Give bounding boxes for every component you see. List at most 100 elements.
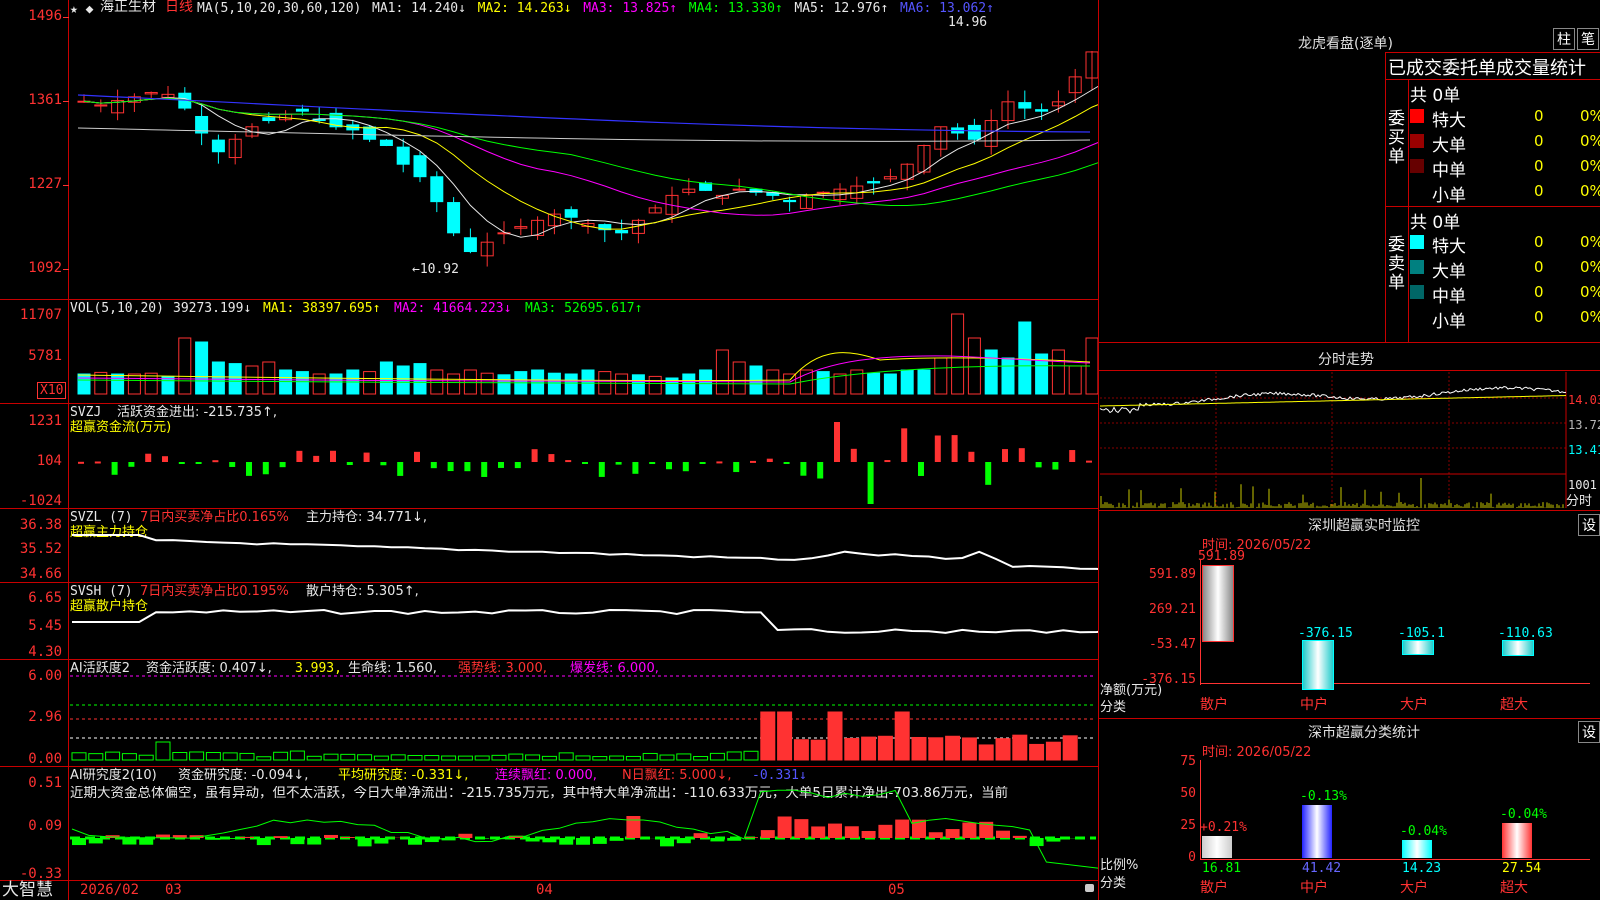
volume-bar xyxy=(463,369,477,395)
capital-flow-bar xyxy=(397,462,404,476)
candle-body xyxy=(615,230,629,234)
activity-bar xyxy=(911,736,927,761)
research-bar xyxy=(1046,838,1061,842)
research-bar xyxy=(441,838,456,841)
activity-bar xyxy=(1029,743,1045,761)
capital-flow-bar xyxy=(649,462,656,465)
longhu-tabs[interactable]: 已成交委托单成交量统计 xyxy=(1388,54,1586,80)
sh-bar[interactable] xyxy=(1202,836,1232,858)
volume-bar xyxy=(312,373,326,395)
color-swatch xyxy=(1410,159,1424,173)
volume-bar xyxy=(967,337,981,395)
volume-bar xyxy=(228,363,242,395)
activity-bar xyxy=(592,756,608,761)
research-bar xyxy=(576,838,590,845)
sz-bar[interactable] xyxy=(1202,565,1234,642)
capital-flow-bar xyxy=(582,462,588,464)
tick-mode-button[interactable]: 笔 xyxy=(1577,28,1599,50)
sz-bar[interactable] xyxy=(1402,640,1434,656)
sh-bar[interactable] xyxy=(1302,804,1332,858)
sh-bar[interactable] xyxy=(1402,839,1432,858)
sz-settings-button[interactable]: 设 xyxy=(1578,514,1600,536)
sh-bar-delta: +0.21% xyxy=(1200,820,1247,836)
intraday-title: 分时走势 xyxy=(1318,352,1374,368)
vol-ma1: MA1: 38397.695↑ xyxy=(263,301,381,316)
capital-flow-bar xyxy=(430,462,437,469)
activity-bar xyxy=(105,751,121,761)
research-bar xyxy=(962,822,977,838)
research-bar xyxy=(861,830,876,838)
svzj-y-tick: 1231 xyxy=(28,413,62,429)
svsh-y-tick: 5.45 xyxy=(28,618,62,634)
order-row: 小单 0 0% xyxy=(1408,180,1600,206)
panel-separator xyxy=(0,508,1098,509)
vol-ma3-line xyxy=(77,365,1091,385)
candlestick-chart[interactable] xyxy=(0,0,1098,300)
research-bar xyxy=(206,838,221,840)
high-label: 14.96 xyxy=(948,15,988,30)
ai-active-line3: 生命线: 1.560, xyxy=(348,661,437,676)
sh-y-axis xyxy=(1200,760,1201,860)
activity-bar xyxy=(1045,741,1061,761)
panel-separator xyxy=(0,299,1098,300)
candle-body xyxy=(732,188,746,191)
research-bar xyxy=(1029,838,1044,847)
svzj-sub: 超赢资金流(万元) xyxy=(70,420,172,435)
candle-body xyxy=(1018,102,1032,109)
sh-y-tick: 75 xyxy=(1180,754,1196,769)
volume-bar xyxy=(1018,321,1032,395)
sz-bar[interactable] xyxy=(1502,640,1534,657)
capital-flow-bar xyxy=(262,462,269,475)
research-bar xyxy=(760,830,775,838)
research-bar xyxy=(105,835,120,838)
research-bar xyxy=(945,829,960,838)
svsh-hold: 散户持仓: 5.305↑, xyxy=(306,584,419,599)
sz-bar[interactable] xyxy=(1302,640,1334,690)
activity-bar xyxy=(457,755,473,761)
capital-flow-bar xyxy=(514,462,521,469)
volume-bar xyxy=(295,371,309,395)
color-swatch xyxy=(1410,109,1424,123)
candle-body xyxy=(1035,109,1049,112)
capital-flow-bar xyxy=(363,452,370,462)
candle-body xyxy=(211,139,225,153)
bar-mode-button[interactable]: 柱 xyxy=(1553,28,1575,50)
ai-research-header: AI研究度2(10) xyxy=(70,768,157,783)
volume-bar xyxy=(581,369,595,395)
intraday-y-tick: 14.03 xyxy=(1568,393,1600,407)
volume-bar xyxy=(480,372,494,395)
research-bar xyxy=(996,830,1010,838)
svzl-hold: 主力持仓: 34.771↓, xyxy=(306,510,428,525)
sh-bar[interactable] xyxy=(1502,822,1532,858)
volume-bar xyxy=(833,373,847,395)
activity-bar xyxy=(541,755,557,761)
svzl-sub: 超赢主力持仓 xyxy=(70,525,149,540)
activity-bar xyxy=(894,711,910,761)
volume-bar xyxy=(279,369,293,395)
activity-bar xyxy=(642,752,658,761)
capital-flow-bar xyxy=(934,435,941,462)
svsh-y-tick: 4.30 xyxy=(28,644,62,660)
volume-bar xyxy=(648,375,662,395)
research-bar xyxy=(744,837,758,838)
order-count: 0 xyxy=(1534,308,1544,326)
capital-flow-bar xyxy=(94,461,101,464)
activity-bar xyxy=(978,744,994,761)
activity-bar xyxy=(491,754,507,761)
lock-icon[interactable] xyxy=(1085,884,1094,892)
capital-flow-bar xyxy=(346,462,353,466)
candle-body xyxy=(463,237,477,253)
activity-bar xyxy=(793,739,809,761)
volume-bar xyxy=(732,361,746,395)
activity-bar xyxy=(138,754,154,761)
volume-bar xyxy=(430,369,444,395)
sz-category: 散户 xyxy=(1200,697,1228,713)
svsh-y-tick: 6.65 xyxy=(28,590,62,606)
research-bar xyxy=(559,838,574,845)
sh-settings-button[interactable]: 设 xyxy=(1578,721,1600,743)
capital-flow-bar xyxy=(1035,462,1042,468)
volume-bar xyxy=(951,313,965,395)
capital-flow-bar xyxy=(296,450,303,462)
activity-bar xyxy=(558,752,574,761)
activity-bar xyxy=(659,754,675,761)
